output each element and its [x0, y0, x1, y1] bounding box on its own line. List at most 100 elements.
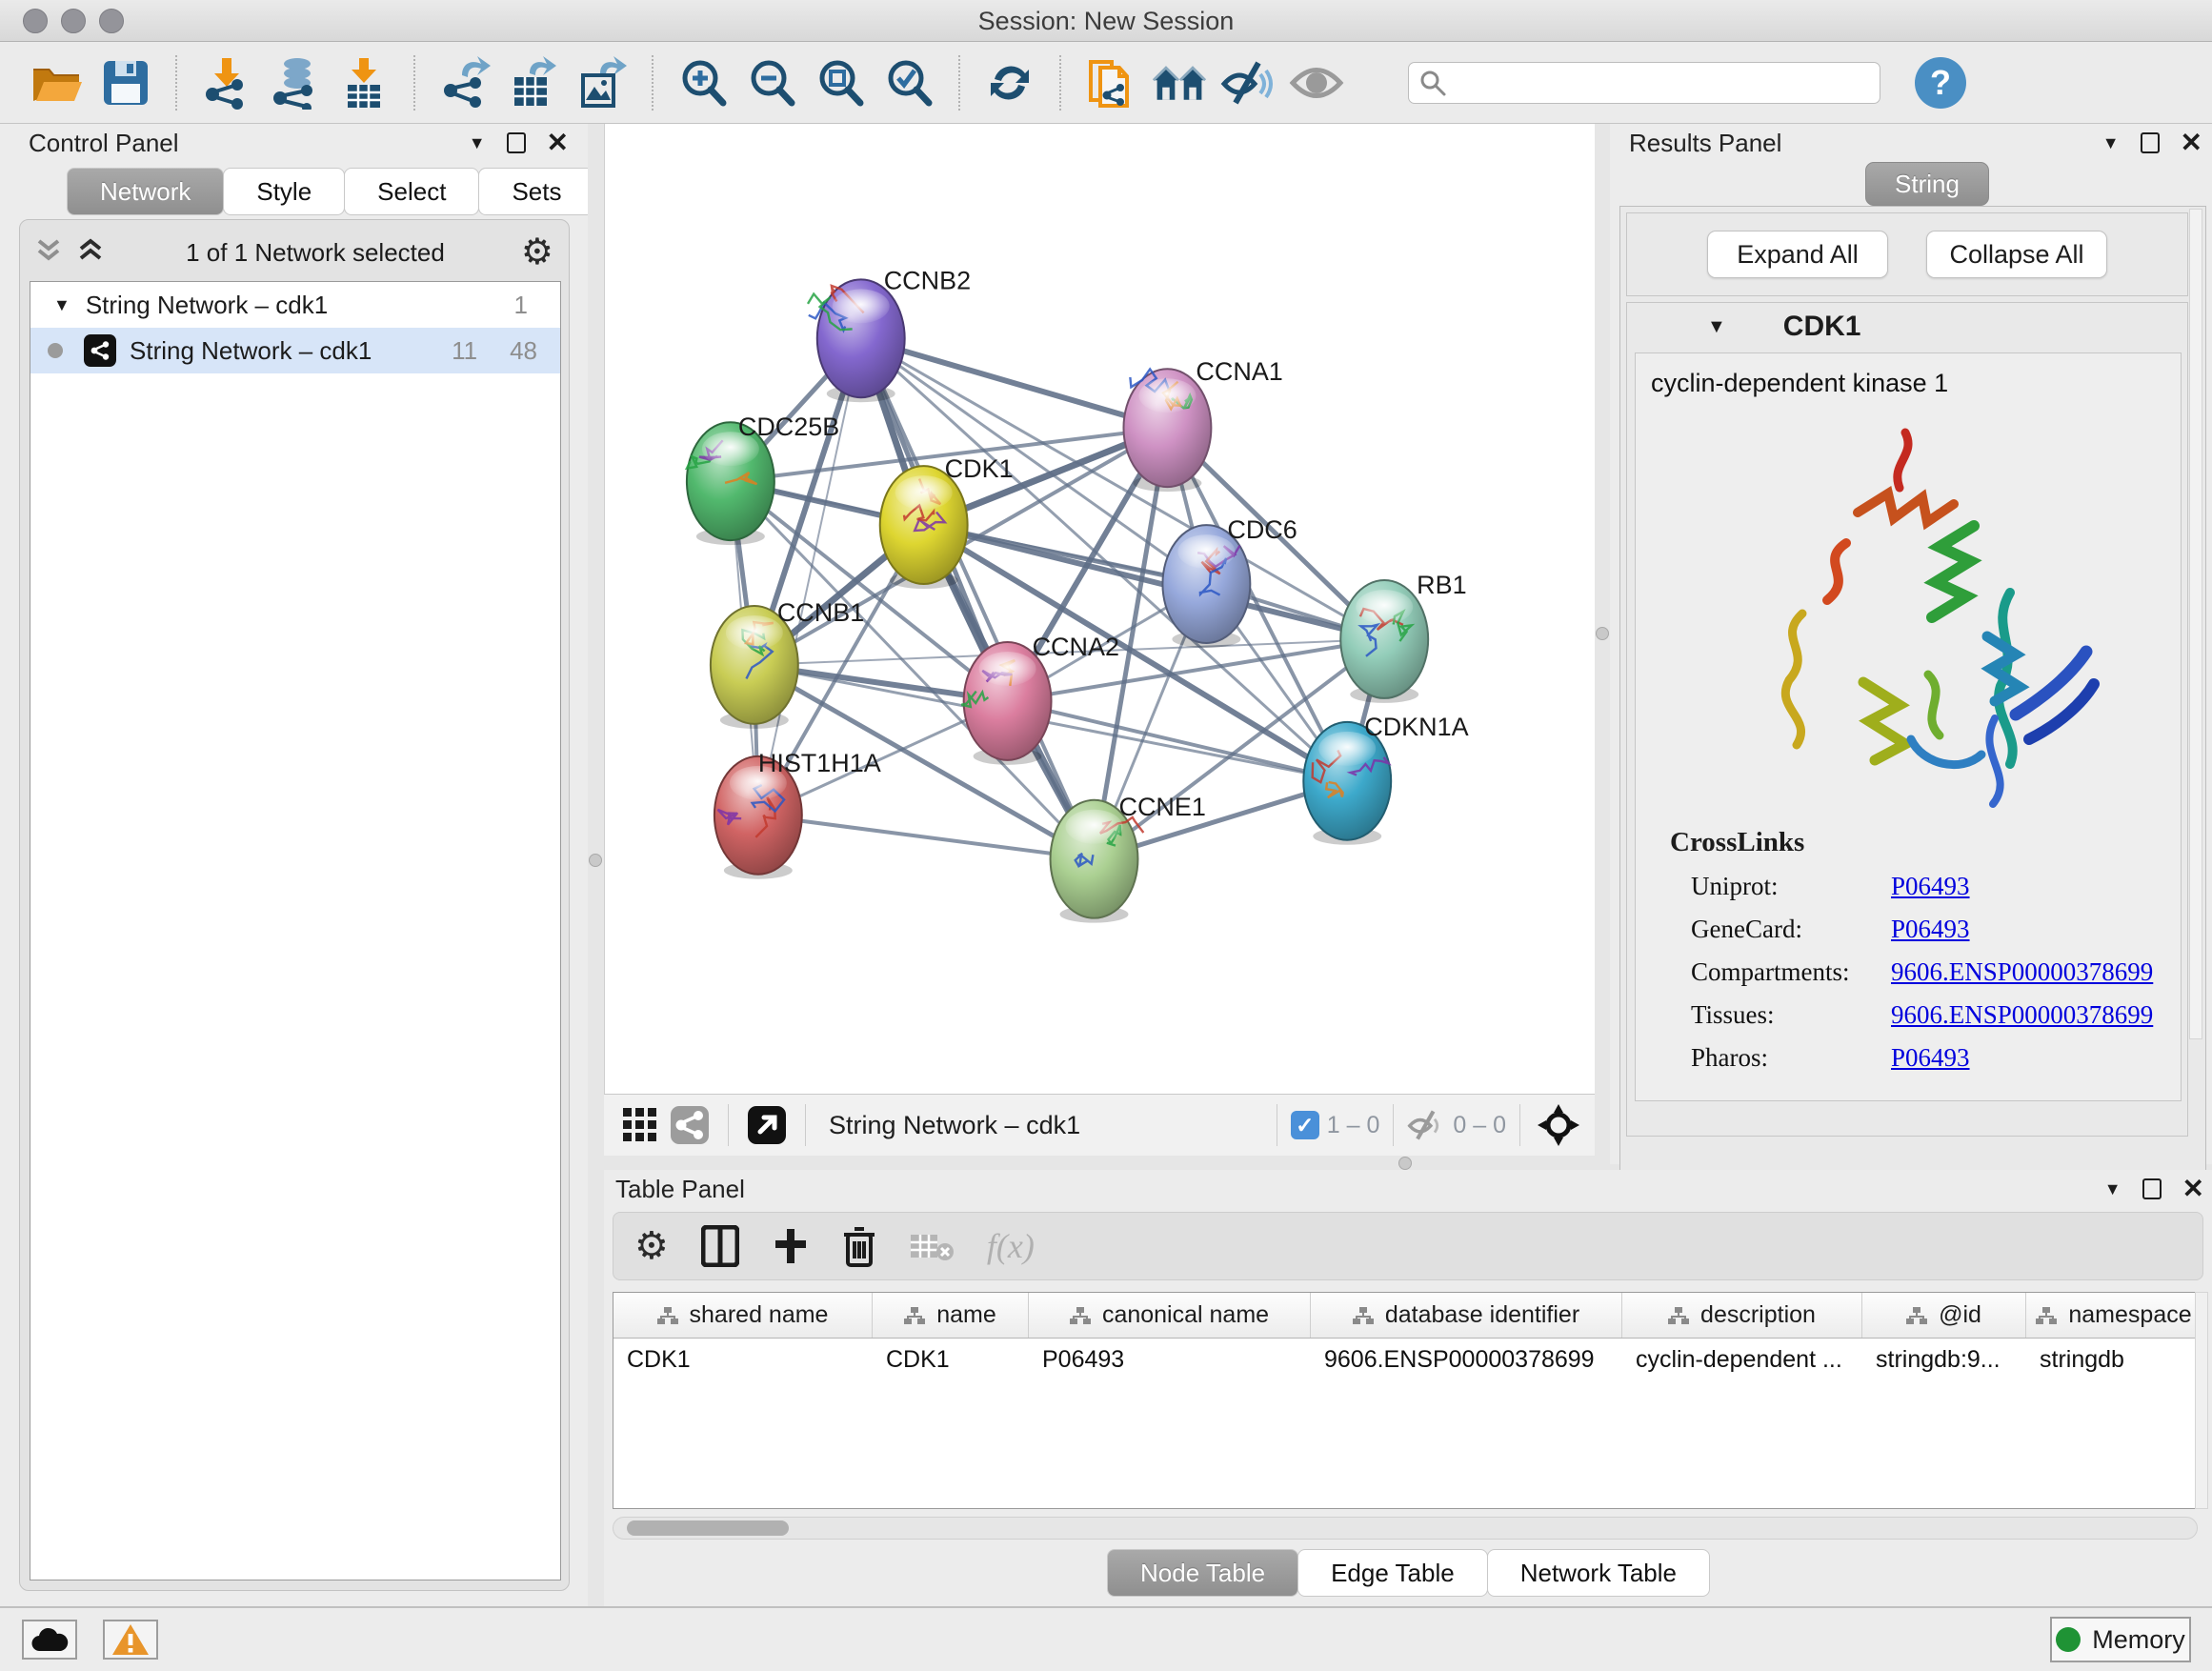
table-row[interactable]: CDK1CDK1P064939606.ENSP00000378699cyclin…: [613, 1339, 2197, 1382]
table-gear-icon[interactable]: ⚙: [634, 1227, 669, 1265]
node-CCNA1[interactable]: CCNA1: [1123, 357, 1282, 492]
network-canvas[interactable]: CCNB2CCNA1CDC25BCDK1CDC6RB1CCNB1CCNA2CDK…: [604, 124, 1595, 1094]
tab-network-table[interactable]: Network Table: [1487, 1549, 1710, 1597]
node-CDKN1A[interactable]: CDKN1A: [1303, 713, 1468, 845]
zoom-selected-button[interactable]: [881, 55, 936, 111]
crosslink-link[interactable]: P06493: [1891, 1043, 1970, 1073]
left-splitter-handle[interactable]: [589, 854, 602, 867]
results-scrollbar[interactable]: [2189, 209, 2202, 1039]
show-columns-icon[interactable]: [701, 1225, 739, 1267]
first-neighbors-button[interactable]: [1152, 55, 1207, 111]
crosslink-link[interactable]: 9606.ENSP00000378699: [1891, 1000, 2153, 1030]
node-CCNE1[interactable]: CCNE1: [1051, 793, 1206, 923]
node-CCNB2[interactable]: CCNB2: [808, 266, 971, 402]
delete-column-icon[interactable]: [842, 1225, 876, 1267]
collapse-all-icon[interactable]: [35, 237, 68, 268]
column-header-name[interactable]: name: [873, 1293, 1029, 1338]
column-header-description[interactable]: description: [1622, 1293, 1862, 1338]
table-cell[interactable]: cyclin-dependent ...: [1622, 1339, 1862, 1382]
selected-checkbox-icon[interactable]: ✓: [1291, 1111, 1319, 1139]
open-session-button[interactable]: [30, 55, 85, 111]
search-input[interactable]: [1447, 66, 1870, 100]
edge-CCNB2-CCNA1[interactable]: [861, 338, 1168, 428]
export-network-button[interactable]: [437, 55, 493, 111]
tab-edge-table[interactable]: Edge Table: [1297, 1549, 1488, 1597]
edge-CDK1-RB1[interactable]: [924, 525, 1385, 639]
table-cell[interactable]: 9606.ENSP00000378699: [1311, 1339, 1622, 1382]
panel-close-icon[interactable]: ✕: [547, 130, 569, 156]
memory-button[interactable]: Memory: [2050, 1617, 2191, 1662]
edge-CCNA2-CDKN1A[interactable]: [1008, 701, 1348, 781]
table-cell[interactable]: stringdb:9...: [1862, 1339, 2026, 1382]
expand-all-button[interactable]: Expand All: [1707, 231, 1888, 278]
collection-expand-icon[interactable]: ▼: [53, 295, 70, 315]
gear-icon[interactable]: ⚙: [521, 234, 553, 271]
tab-string-results[interactable]: String: [1865, 162, 1989, 206]
add-column-icon[interactable]: [772, 1227, 810, 1265]
panel-float-icon[interactable]: [2142, 1178, 2162, 1199]
tab-node-table[interactable]: Node Table: [1107, 1549, 1298, 1597]
birds-eye-view-button[interactable]: [669, 1104, 711, 1146]
crosslink-link[interactable]: P06493: [1891, 915, 1970, 944]
panel-menu-icon[interactable]: ▼: [2102, 133, 2120, 153]
table-cell[interactable]: P06493: [1029, 1339, 1311, 1382]
table-cell[interactable]: CDK1: [613, 1339, 873, 1382]
right-splitter-handle[interactable]: [1596, 627, 1609, 640]
edge-CCNB2-CCNE1[interactable]: [861, 338, 1095, 858]
node-CDC6[interactable]: CDC6: [1162, 515, 1297, 648]
bottom-splitter-handle[interactable]: [1398, 1157, 1412, 1170]
zoom-out-button[interactable]: [744, 55, 799, 111]
column-header-@id[interactable]: @id: [1862, 1293, 2026, 1338]
node-CCNA2[interactable]: CCNA2: [961, 633, 1119, 765]
panel-close-icon[interactable]: ✕: [2181, 130, 2202, 156]
column-header-database-identifier[interactable]: database identifier: [1311, 1293, 1622, 1338]
scrollbar-thumb[interactable]: [627, 1520, 789, 1536]
crosslink-link[interactable]: P06493: [1891, 872, 1970, 901]
node-HIST1H1A[interactable]: HIST1H1A: [714, 749, 881, 879]
warnings-button[interactable]: [103, 1620, 158, 1660]
node-RB1[interactable]: RB1: [1340, 571, 1466, 703]
detach-view-button[interactable]: [746, 1104, 788, 1146]
edge-CCNB2-HIST1H1A[interactable]: [758, 338, 861, 815]
table-vertical-scrollbar[interactable]: [2195, 1292, 2208, 1509]
hide-selected-button[interactable]: [1220, 55, 1276, 111]
import-table-button[interactable]: [336, 55, 392, 111]
column-header-shared-name[interactable]: shared name: [613, 1293, 873, 1338]
tab-style[interactable]: Style: [223, 168, 345, 215]
table-cell[interactable]: stringdb: [2026, 1339, 2198, 1382]
panel-float-icon[interactable]: [2141, 132, 2160, 153]
zoom-in-button[interactable]: [675, 55, 731, 111]
crosslink-link[interactable]: 9606.ENSP00000378699: [1891, 957, 2153, 987]
panel-close-icon[interactable]: ✕: [2182, 1176, 2204, 1202]
entry-collapse-icon[interactable]: ▼: [1707, 316, 1726, 338]
column-header-canonical-name[interactable]: canonical name: [1029, 1293, 1311, 1338]
fit-selected-button[interactable]: [1538, 1104, 1579, 1146]
collapse-all-button[interactable]: Collapse All: [1926, 231, 2107, 278]
apply-style-button[interactable]: [982, 55, 1037, 111]
tab-sets[interactable]: Sets: [478, 168, 594, 215]
panel-menu-icon[interactable]: ▼: [2104, 1179, 2122, 1199]
network-row-selected[interactable]: String Network – cdk1 11 48: [30, 328, 560, 373]
export-image-button[interactable]: [574, 55, 630, 111]
expand-all-icon[interactable]: [77, 237, 110, 268]
import-network-file-button[interactable]: [199, 55, 254, 111]
grid-view-button[interactable]: [619, 1104, 661, 1146]
tab-select[interactable]: Select: [344, 168, 479, 215]
save-session-button[interactable]: [98, 55, 153, 111]
zoom-fit-button[interactable]: [813, 55, 868, 111]
table-cell[interactable]: CDK1: [873, 1339, 1029, 1382]
edge-HIST1H1A-CCNE1[interactable]: [758, 815, 1095, 859]
cloud-status-button[interactable]: [22, 1620, 77, 1660]
clone-network-button[interactable]: [1083, 55, 1138, 111]
panel-float-icon[interactable]: [507, 132, 526, 153]
export-table-button[interactable]: [506, 55, 561, 111]
help-button[interactable]: ?: [1915, 57, 1966, 109]
show-all-button[interactable]: [1289, 55, 1344, 111]
node-CCNB1[interactable]: CCNB1: [711, 598, 864, 729]
tab-network[interactable]: Network: [67, 168, 224, 215]
network-collection-row[interactable]: ▼ String Network – cdk1 1: [30, 282, 560, 328]
table-horizontal-scrollbar[interactable]: [613, 1517, 2198, 1540]
column-header-namespace[interactable]: namespace: [2026, 1293, 2198, 1338]
panel-menu-icon[interactable]: ▼: [469, 133, 486, 153]
import-network-database-button[interactable]: [268, 55, 323, 111]
